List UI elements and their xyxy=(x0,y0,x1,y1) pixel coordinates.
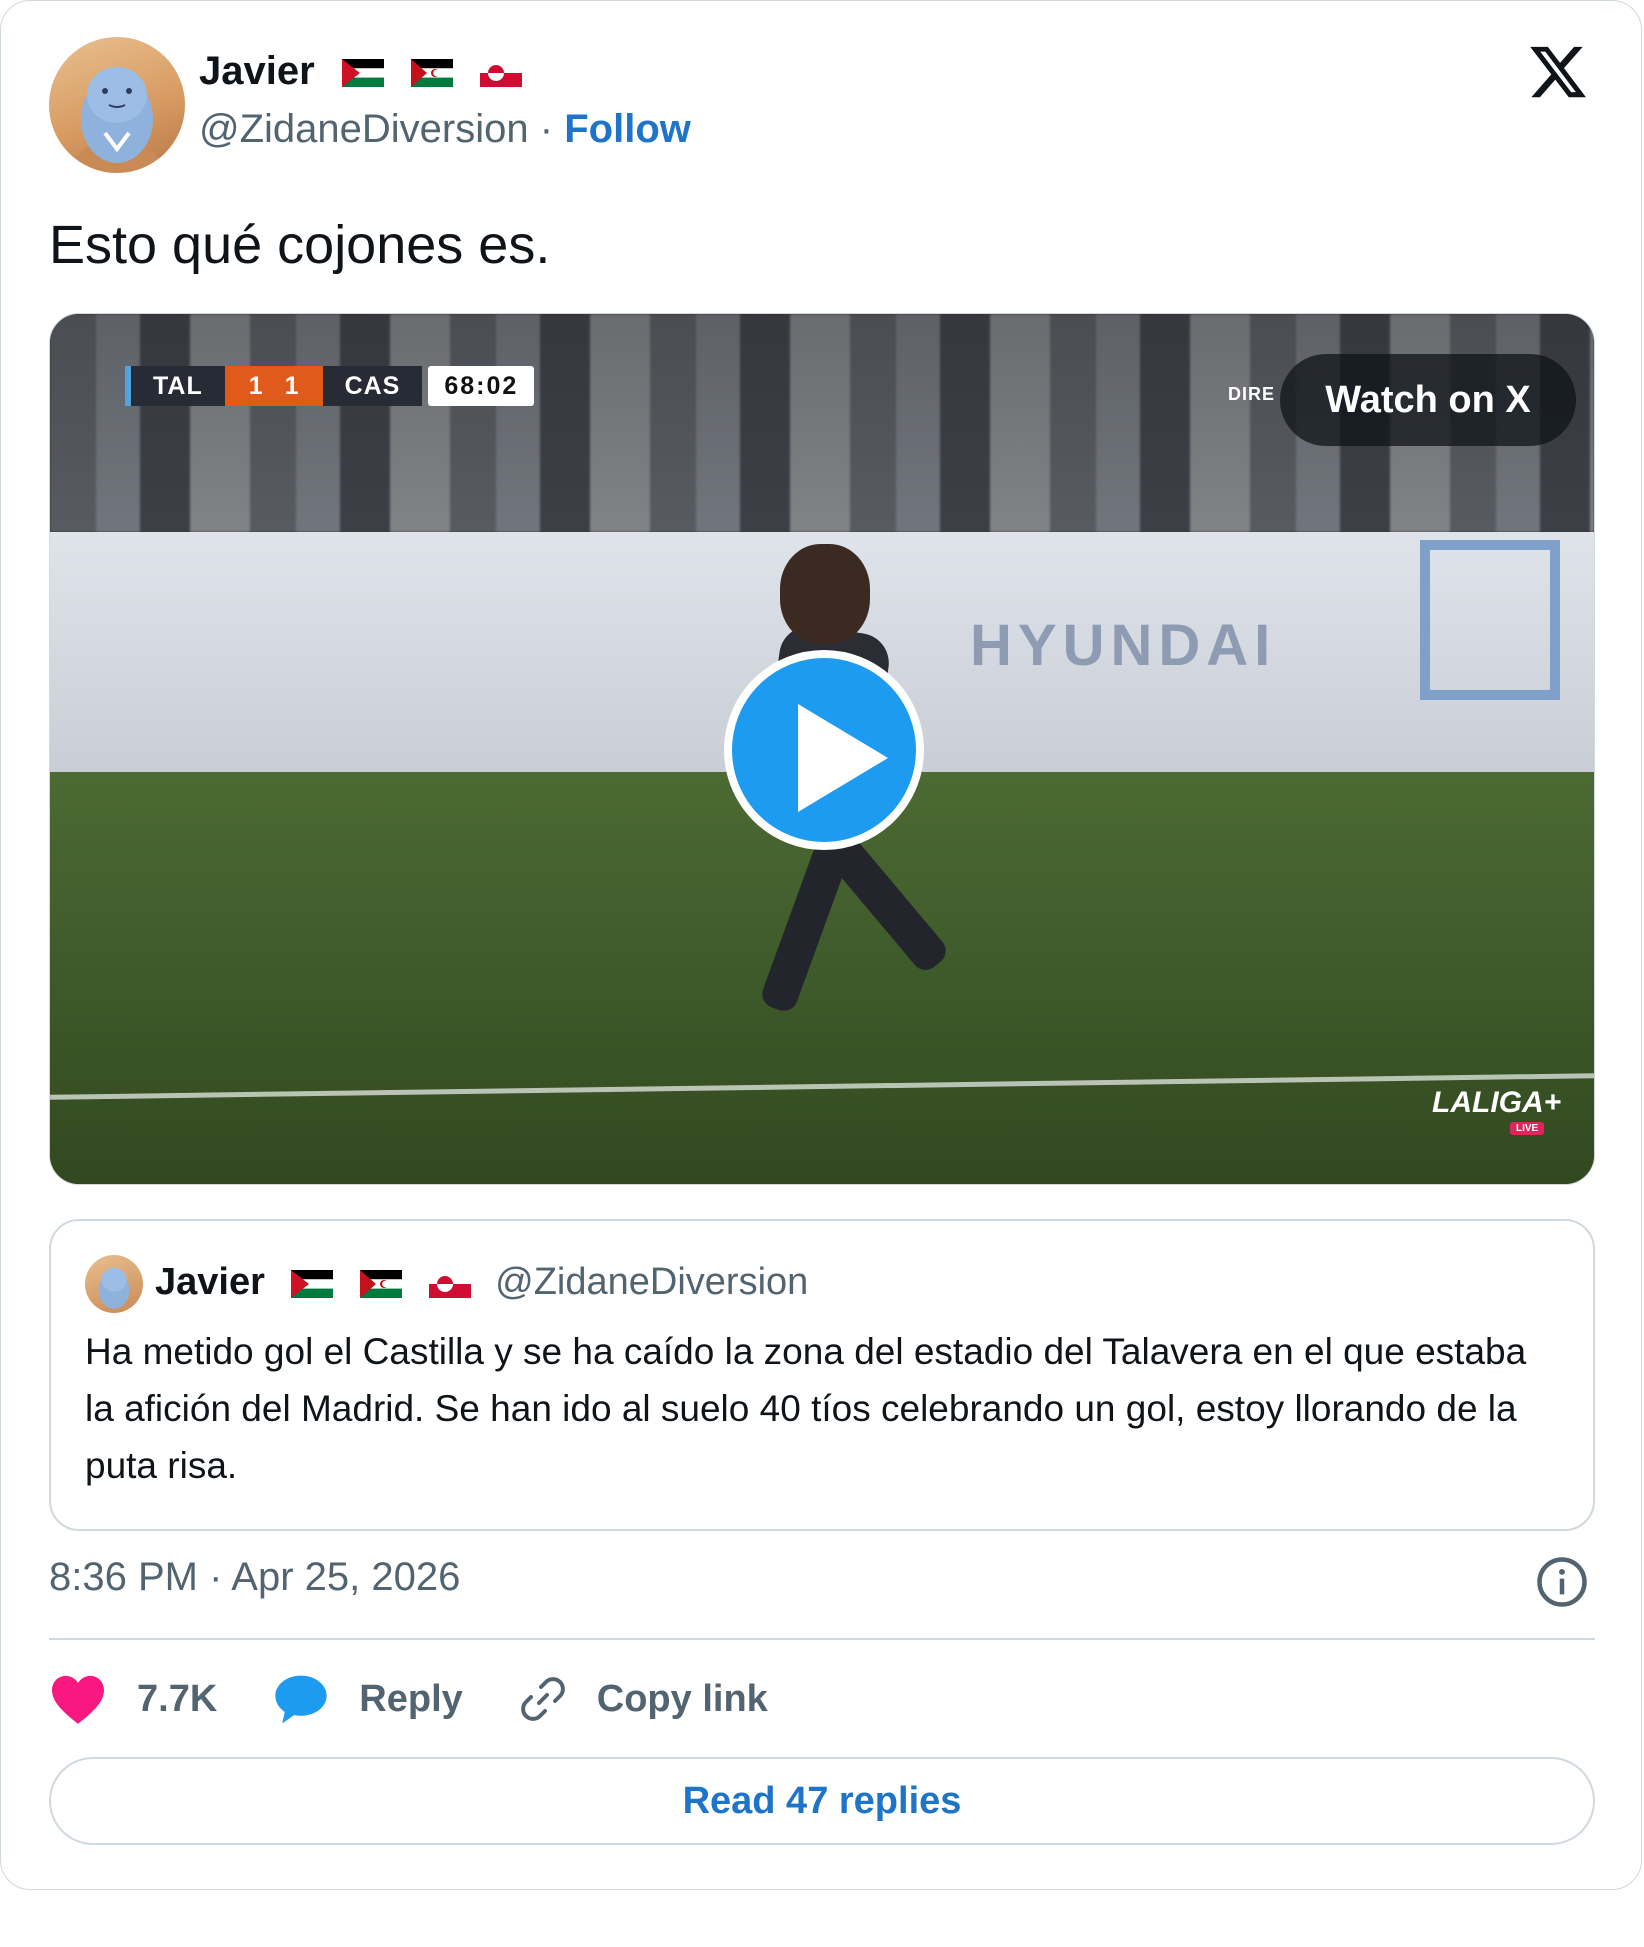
author-name[interactable]: Javier xyxy=(199,49,315,93)
video-scoreboard: TAL 1 1 CAS 68:02 xyxy=(125,366,535,406)
author-avatar[interactable] xyxy=(49,37,185,173)
ad-board-text: HYUNDAI xyxy=(970,613,1277,678)
quoted-author-name: Javier xyxy=(155,1261,265,1303)
reply-button[interactable]: Reply xyxy=(273,1673,463,1725)
copy-link-label: Copy link xyxy=(596,1677,768,1720)
quoted-author-avatar xyxy=(85,1255,143,1313)
tweet-card: Javier @ZidaneDiversion · Follow Esto qu… xyxy=(0,0,1642,1890)
heart-icon xyxy=(52,1675,104,1724)
copy-link-button[interactable]: Copy link xyxy=(519,1675,768,1723)
like-button[interactable]: 7.7K xyxy=(49,1673,217,1725)
divider xyxy=(49,1638,1595,1640)
play-icon xyxy=(798,704,888,812)
quoted-header: Javier @ZidaneDiversion xyxy=(155,1259,808,1305)
tweet-timestamp[interactable]: 8:36 PM · Apr 25, 2026 xyxy=(49,1553,460,1601)
broadcaster-logo: LALIGA+ xyxy=(1432,1086,1562,1119)
avatar-character-icon xyxy=(98,1267,130,1309)
like-count: 7.7K xyxy=(137,1677,218,1720)
quoted-tweet[interactable]: Javier @ZidaneDiversion Ha metido gol el… xyxy=(49,1219,1595,1531)
flag-palestine-icon xyxy=(291,1269,334,1298)
flag-western-sahara-icon xyxy=(410,59,453,88)
scoreboard-home-team: TAL xyxy=(131,366,225,406)
tweet-actions: 7.7K Reply Copy link xyxy=(49,1663,824,1735)
play-button[interactable] xyxy=(724,650,924,850)
scoreboard-clock: 68:02 xyxy=(428,366,535,406)
separator-dot: · xyxy=(539,107,554,151)
follow-button[interactable]: Follow xyxy=(564,107,691,151)
flag-greenland-icon xyxy=(428,1269,471,1298)
author-handle-row: @ZidaneDiversion · Follow xyxy=(199,105,691,153)
link-icon xyxy=(520,1677,565,1721)
video-player[interactable]: HYUNDAI TAL 1 1 CAS 68:02 DIRE Watch on … xyxy=(49,313,1595,1185)
info-icon[interactable] xyxy=(1535,1555,1589,1609)
scoreboard-away-score: 1 xyxy=(284,371,299,400)
scoreboard-score: 1 1 xyxy=(224,366,323,406)
flag-western-sahara-icon xyxy=(360,1269,403,1298)
author-name-row[interactable]: Javier xyxy=(199,47,523,95)
read-replies-button[interactable]: Read 47 replies xyxy=(49,1757,1595,1845)
x-logo-icon[interactable] xyxy=(1527,41,1589,103)
watch-on-x-button[interactable]: Watch on X xyxy=(1280,354,1576,446)
scoreboard-away-team: CAS xyxy=(322,366,423,406)
video-overlay-text: DIRE xyxy=(1228,384,1276,404)
author-handle[interactable]: @ZidaneDiversion xyxy=(199,107,529,151)
reply-label: Reply xyxy=(359,1677,463,1720)
quoted-tweet-text: Ha metido gol el Castilla y se ha caído … xyxy=(85,1331,1527,1486)
flag-greenland-icon xyxy=(480,59,523,88)
flag-palestine-icon xyxy=(341,59,384,88)
reply-bubble-icon xyxy=(275,1675,327,1724)
quoted-author-handle: @ZidaneDiversion xyxy=(495,1261,809,1303)
scoreboard-home-score: 1 xyxy=(248,371,263,400)
tweet-text: Esto qué cojones es. xyxy=(49,215,551,275)
avatar-character-icon xyxy=(81,67,153,163)
live-badge: LIVE xyxy=(1510,1122,1545,1135)
